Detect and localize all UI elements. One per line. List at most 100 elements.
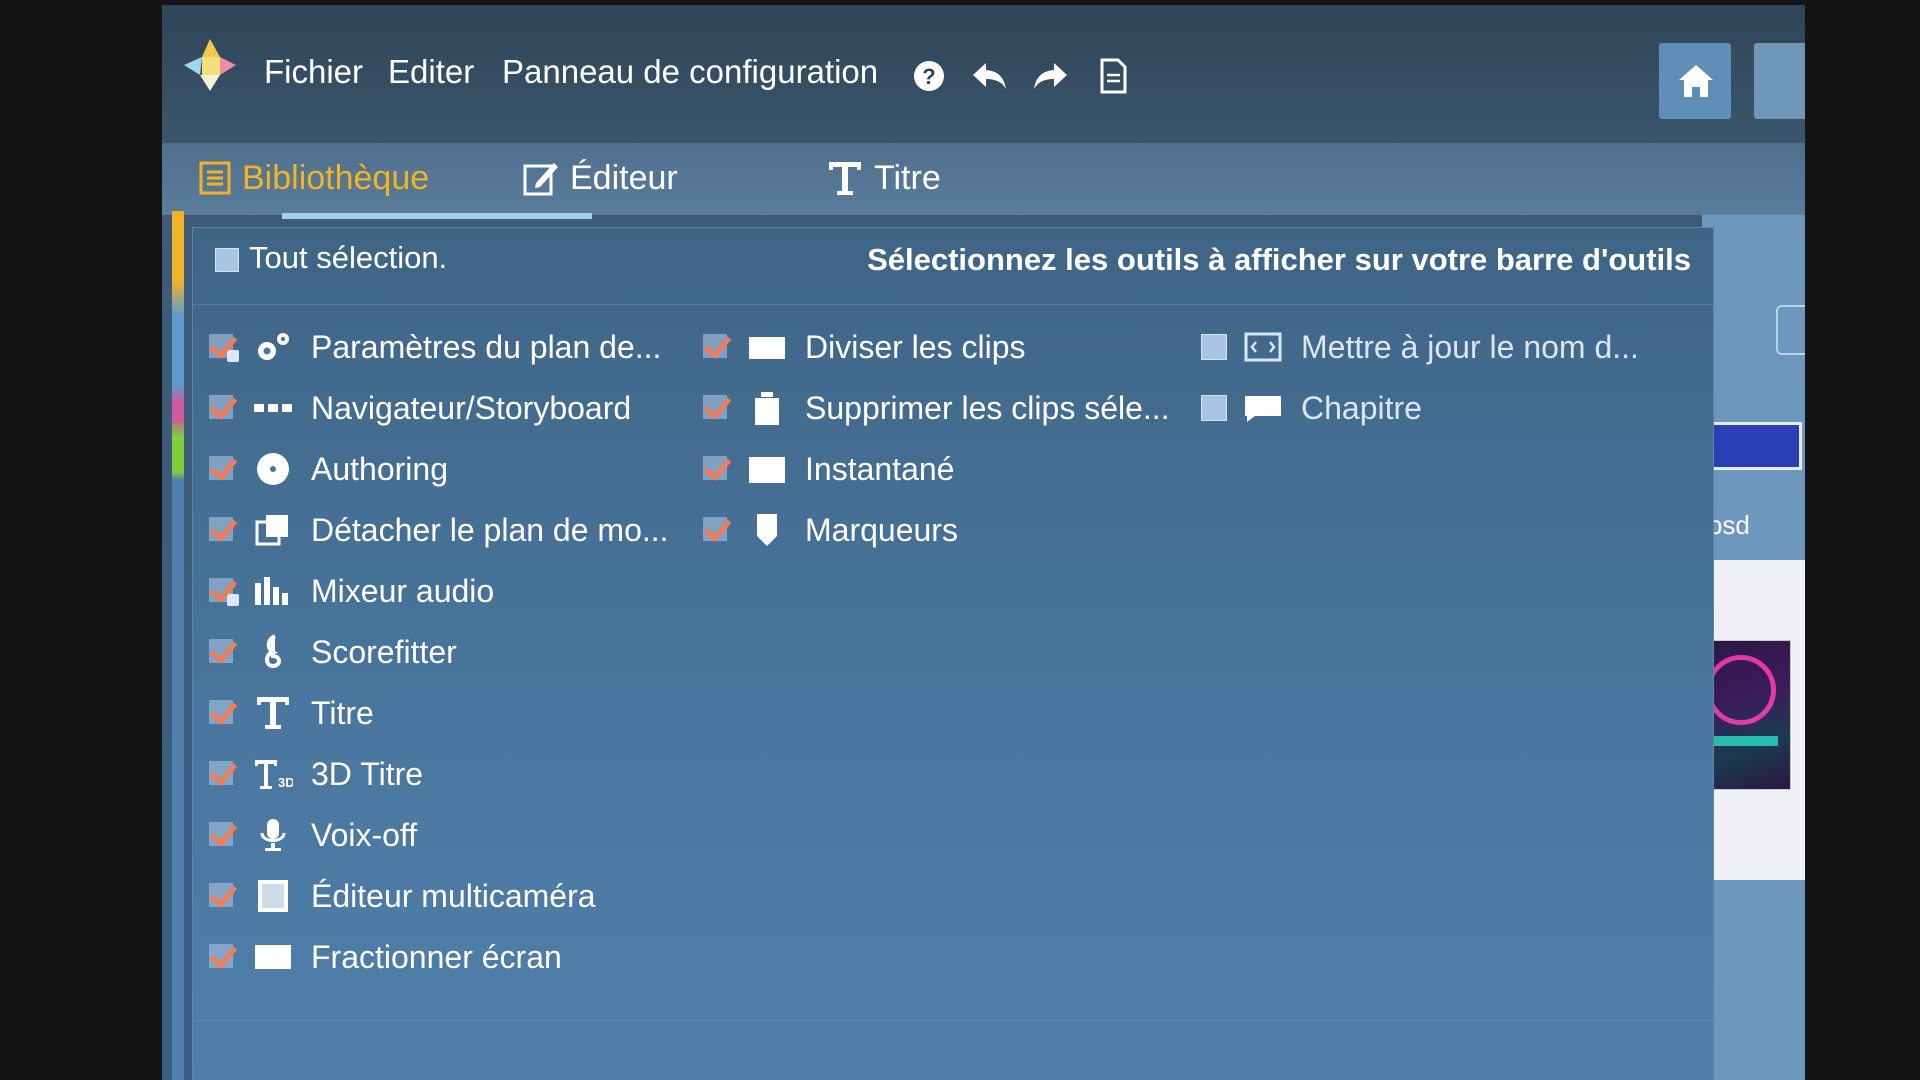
tool-label: 3D Titre <box>311 755 424 792</box>
active-tab-indicator <box>282 213 592 219</box>
tool-label: Instantané <box>805 450 955 487</box>
tab-title[interactable]: Titre <box>826 153 941 203</box>
tool-label: Voix-off <box>311 816 418 853</box>
checkbox[interactable] <box>207 879 241 913</box>
tool-label: Supprimer les clips séle... <box>805 389 1170 426</box>
treble-clef-icon <box>265 634 281 669</box>
tool-item[interactable]: Voix-off <box>207 811 417 859</box>
app-logo-icon <box>184 39 236 91</box>
tool-item[interactable]: Mixeur audio <box>207 567 494 615</box>
title-icon <box>257 697 289 729</box>
multicam-icon <box>258 880 288 912</box>
svg-text:?: ? <box>922 64 935 89</box>
tool-item[interactable]: Scorefitter <box>207 628 457 676</box>
split-clip-icon <box>749 337 785 359</box>
redo-icon[interactable] <box>1032 57 1070 95</box>
tool-label: Détacher le plan de mo... <box>311 511 669 548</box>
home-button[interactable] <box>1659 43 1731 119</box>
checkbox[interactable] <box>207 818 241 852</box>
tool-item[interactable]: Authoring <box>207 445 448 493</box>
menu-bar: Fichier Editer Panneau de configuration … <box>162 5 1805 143</box>
home-icon <box>1679 65 1713 97</box>
tool-label: Éditeur multicaméra <box>311 877 596 914</box>
app-window: Fichier Editer Panneau de configuration … <box>162 5 1805 1080</box>
tab-library-label: Bibliothèque <box>242 158 430 197</box>
tab-editor[interactable]: Éditeur <box>522 153 678 203</box>
checkbox[interactable] <box>701 513 735 547</box>
rename-icon <box>1244 332 1282 362</box>
tool-label: Marqueurs <box>805 511 958 548</box>
library-icon <box>199 161 231 195</box>
chapter-icon <box>1245 396 1281 422</box>
checkbox[interactable] <box>207 330 241 364</box>
checkbox[interactable] <box>207 452 241 486</box>
select-all-label: Tout sélection. <box>249 240 448 275</box>
tool-item[interactable]: 3D 3D Titre <box>207 750 423 798</box>
checkbox[interactable] <box>207 574 241 608</box>
tool-item[interactable]: Mettre à jour le nom d... <box>1197 323 1639 371</box>
dialog-instruction: Sélectionnez les outils à afficher sur v… <box>867 242 1691 277</box>
checkbox[interactable] <box>207 513 241 547</box>
tool-label: Authoring <box>311 450 448 487</box>
tool-label: Mixeur audio <box>311 572 495 609</box>
marker-icon <box>757 514 777 546</box>
tool-item[interactable]: Supprimer les clips séle... <box>701 384 1170 432</box>
help-icon[interactable]: ? <box>910 57 948 95</box>
disc-icon <box>257 453 289 485</box>
tab-editor-label: Éditeur <box>570 158 678 197</box>
tool-label: Chapitre <box>1301 389 1422 426</box>
tool-label: Navigateur/Storyboard <box>311 389 632 426</box>
tool-item[interactable]: Éditeur multicaméra <box>207 872 596 920</box>
checkbox[interactable] <box>207 696 241 730</box>
menu-file[interactable]: Fichier <box>264 53 363 91</box>
snapshot-icon <box>749 457 785 483</box>
svg-text:3D: 3D <box>278 775 293 790</box>
checkbox[interactable] <box>1197 391 1231 425</box>
menu-edit[interactable]: Editer <box>388 53 474 91</box>
checkbox[interactable] <box>1197 330 1231 364</box>
tool-item[interactable]: Détacher le plan de mo... <box>207 506 669 554</box>
tool-label: Fractionner écran <box>311 938 562 975</box>
tool-item[interactable]: Titre <box>207 689 374 737</box>
checkbox[interactable] <box>701 452 735 486</box>
detach-icon <box>255 515 288 546</box>
split-screen-icon <box>255 945 291 969</box>
window-button[interactable] <box>1754 43 1805 119</box>
edit-icon <box>523 163 558 196</box>
tool-item[interactable]: Diviser les clips <box>701 323 1025 371</box>
dialog-header: Tout sélection. Sélectionnez les outils … <box>193 228 1713 305</box>
menu-control-panel[interactable]: Panneau de configuration <box>502 53 878 91</box>
tab-library[interactable]: Bibliothèque <box>198 153 429 203</box>
microphone-icon <box>260 819 286 851</box>
document-icon[interactable] <box>1094 57 1132 95</box>
tool-item[interactable]: Chapitre <box>1197 384 1422 432</box>
search-field-edge[interactable] <box>1776 305 1805 355</box>
checkbox[interactable] <box>207 635 241 669</box>
tool-item[interactable]: Navigateur/Storyboard <box>207 384 631 432</box>
checkbox[interactable] <box>207 391 241 425</box>
gears-icon <box>258 333 289 360</box>
title-icon <box>829 162 861 195</box>
tool-item[interactable]: Fractionner écran <box>207 933 562 981</box>
toolbar-tools-dialog: Tout sélection. Sélectionnez les outils … <box>192 227 1714 1080</box>
tab-bar: Bibliothèque Éditeur Titre <box>162 143 1805 219</box>
checkbox[interactable] <box>701 391 735 425</box>
mixer-icon <box>255 577 288 605</box>
checkbox[interactable] <box>207 757 241 791</box>
select-all-checkbox[interactable] <box>215 248 239 272</box>
trash-icon <box>755 392 779 425</box>
tool-label: Mettre à jour le nom d... <box>1301 328 1639 365</box>
tool-label: Diviser les clips <box>805 328 1026 365</box>
dialog-divider <box>193 1020 1713 1021</box>
tab-title-label: Titre <box>874 158 941 197</box>
dots-icon <box>254 404 292 412</box>
tool-item[interactable]: Instantané <box>701 445 954 493</box>
checkbox[interactable] <box>207 940 241 974</box>
undo-icon[interactable] <box>970 57 1008 95</box>
tool-item[interactable]: Marqueurs <box>701 506 958 554</box>
tool-label: Scorefitter <box>311 633 457 670</box>
checkbox[interactable] <box>701 330 735 364</box>
color-strip <box>172 211 184 1080</box>
tool-item[interactable]: Paramètres du plan de... <box>207 323 661 371</box>
title-3d-icon: 3D <box>255 760 293 790</box>
